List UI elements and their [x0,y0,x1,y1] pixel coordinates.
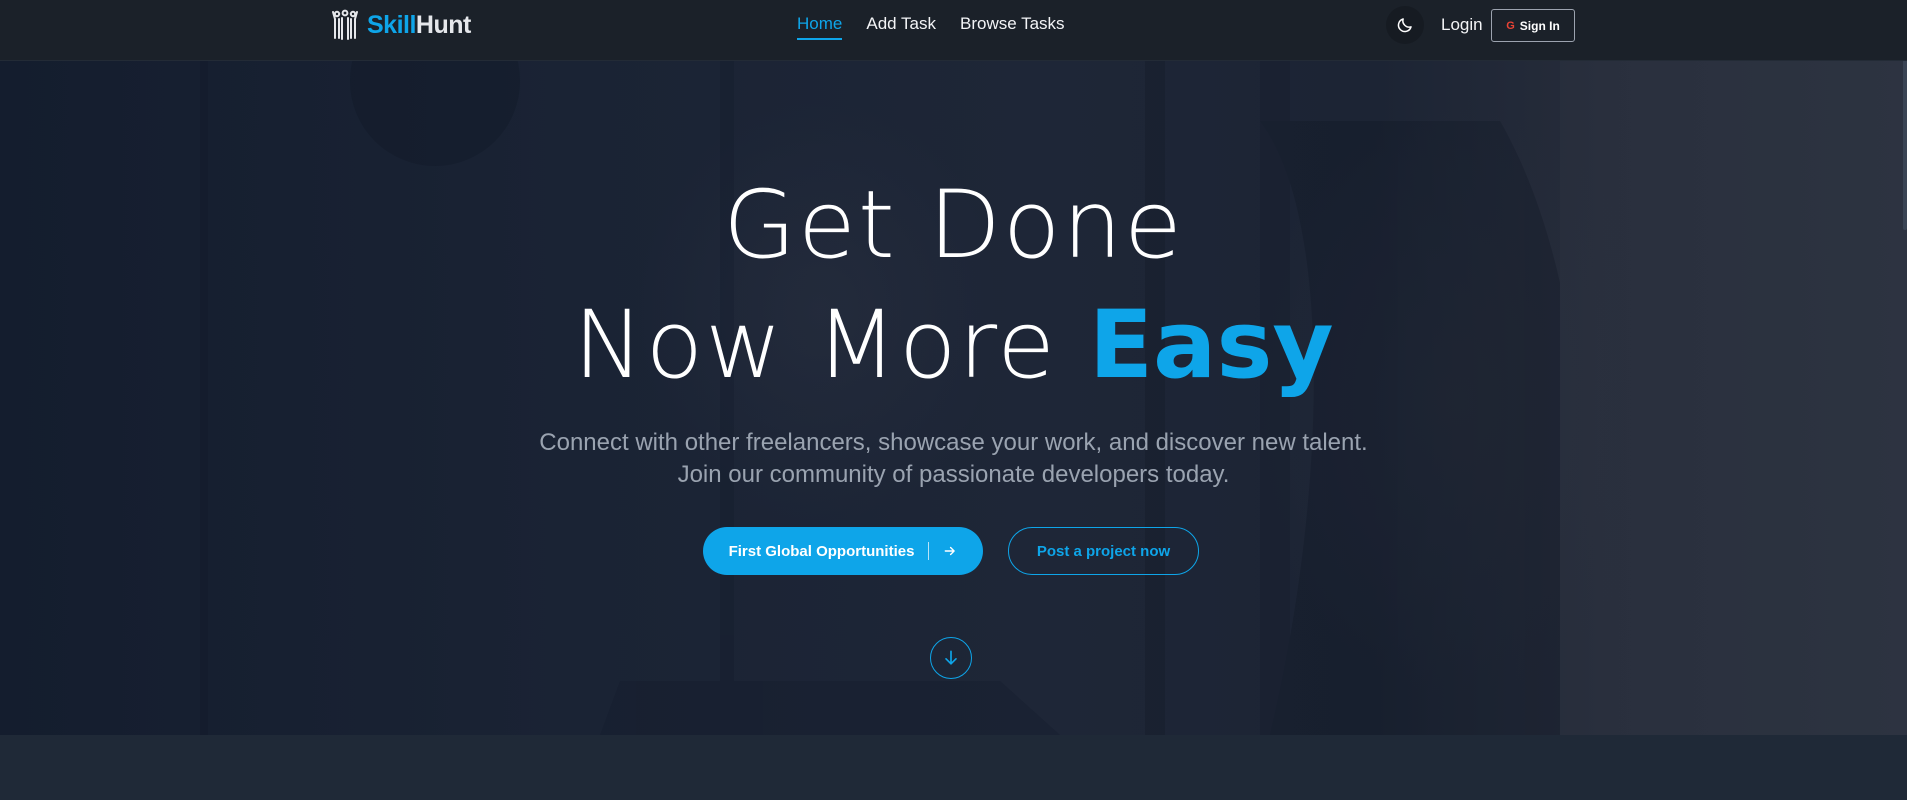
brand-name-part2: Hunt [415,10,471,39]
page-scrollbar[interactable] [1903,50,1907,230]
subtitle-line-2: Join our community of passionate develop… [677,461,1230,488]
nav-link-add-task[interactable]: Add Task [866,14,936,40]
headline-line-2-prefix: Now More [573,291,1089,400]
arrow-down-icon [945,650,957,665]
moon-icon [1397,18,1412,33]
scroll-down-button[interactable] [930,637,972,679]
brand-name-part1: Skill [367,10,416,39]
next-section [0,735,1907,800]
brand-name: SkillHunt [367,11,471,40]
cta-divider [928,542,930,560]
headline-accent-word: Easy [1088,291,1334,400]
arrow-right-icon [945,546,956,556]
hero-headline: Get Done Now More Easy [0,166,1907,406]
google-icon: G [1506,19,1515,32]
google-sign-in-button[interactable]: G Sign In [1491,9,1575,42]
navbar: SkillHunt Home Add Task Browse Tasks Log… [0,0,1907,61]
hero-subtitle: Connect with other freelancers, showcase… [0,427,1907,491]
primary-cta-label: First Global Opportunities [728,542,915,560]
sign-in-label: Sign In [1519,18,1560,33]
theme-toggle-button[interactable] [1386,6,1424,44]
secondary-cta-label: Post a project now [1036,542,1171,560]
hero-section: Get Done Now More Easy Connect with othe… [0,61,1907,735]
main-nav: Home Add Task Browse Tasks [797,14,1065,40]
nav-link-home[interactable]: Home [797,14,843,40]
headline-line-1: Get Done [723,171,1184,280]
login-link[interactable]: Login [1441,15,1483,35]
headline-line-2: Now More Easy [0,286,1907,406]
brand-logo[interactable]: SkillHunt [329,9,471,41]
people-group-icon [332,9,358,40]
nav-link-browse-tasks[interactable]: Browse Tasks [960,14,1065,40]
first-global-opportunities-button[interactable]: First Global Opportunities [703,527,983,575]
subtitle-line-1: Connect with other freelancers, showcase… [539,429,1368,456]
post-project-button[interactable]: Post a project now [1008,527,1199,575]
